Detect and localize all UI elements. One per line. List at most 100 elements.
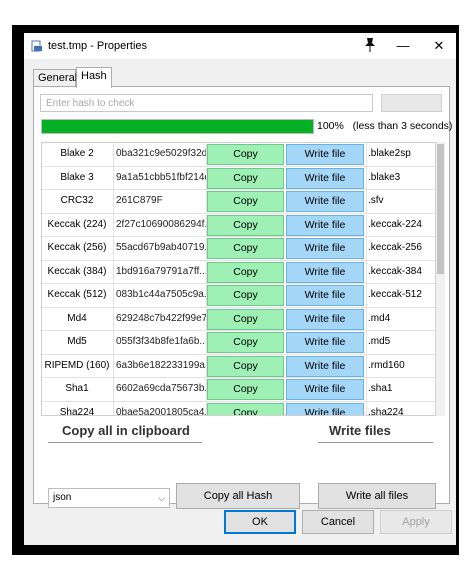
- hash-value: 629248c7b422f99e7...: [116, 312, 207, 324]
- hash-value: 55acd67b9ab40719...: [116, 242, 207, 253]
- progress-percent: 100%: [317, 120, 344, 132]
- file-extension: .md4: [368, 312, 391, 324]
- write-file-button[interactable]: Write file: [286, 238, 364, 259]
- scrollbar-thumb[interactable]: [437, 144, 444, 274]
- tab-general[interactable]: General: [33, 69, 77, 87]
- hash-panel: 100% (less than 3 seconds) Blake 2 0ba321…: [33, 86, 452, 509]
- file-extension: .sfv: [368, 195, 384, 206]
- copy-button[interactable]: Copy: [207, 285, 284, 306]
- copy-button[interactable]: Copy: [207, 144, 284, 165]
- close-button[interactable]: ✕: [424, 35, 454, 57]
- file-extension: .sha1: [368, 383, 393, 394]
- hash-name: Sha1: [65, 383, 89, 394]
- copy-button[interactable]: Copy: [207, 261, 284, 283]
- file-extension: .blake2sp: [368, 148, 411, 159]
- copy-button[interactable]: Copy: [207, 214, 284, 236]
- file-extension: .keccak-224: [368, 218, 422, 230]
- tab-hash[interactable]: Hash: [76, 67, 112, 88]
- hash-value: 083b1c44a7505c9a...: [116, 289, 207, 300]
- hash-name: Keccak (256): [47, 242, 107, 253]
- table-row: CRC32 261C879F Copy Write file .sfv: [42, 190, 435, 214]
- write-file-button[interactable]: Write file: [286, 355, 364, 377]
- minimize-button[interactable]: —: [388, 35, 418, 57]
- write-file-button[interactable]: Write file: [286, 191, 364, 212]
- file-extension: .keccak-512: [368, 289, 422, 300]
- column-divider: [366, 143, 367, 415]
- write-file-button[interactable]: Write file: [286, 261, 364, 283]
- apply-button[interactable]: Apply: [380, 510, 452, 534]
- write-all-files-button[interactable]: Write all files: [318, 483, 436, 509]
- file-extension: .md5: [368, 336, 391, 347]
- table-row: Blake 3 9a1a51cbb51fbf214e...CopyWrite fi…: [42, 167, 435, 190]
- ok-button[interactable]: OK: [224, 510, 296, 534]
- hash-name: Keccak (384): [47, 265, 107, 277]
- write-file-button[interactable]: Write file: [286, 214, 364, 236]
- table-row: Sha1 6602a69cda75673b... Copy Write file .sh…: [42, 378, 435, 402]
- write-file-button[interactable]: Write file: [286, 308, 364, 330]
- file-extension: .keccak-384: [368, 265, 422, 277]
- write-files-section-label: Write files: [329, 423, 391, 438]
- table-row: Blake 2 0ba321c9e5029f32d... Copy Write fil…: [42, 143, 435, 167]
- copy-button[interactable]: Copy: [207, 308, 284, 330]
- cancel-button[interactable]: Cancel: [302, 510, 374, 534]
- copy-button[interactable]: Copy: [207, 191, 284, 212]
- check-hash-button[interactable]: [381, 94, 442, 112]
- title-bar[interactable]: test.tmp - Properties — ✕: [24, 33, 456, 59]
- hash-value: 055f3f34b8fe1fa6b...: [116, 336, 207, 347]
- format-select-value: json: [53, 492, 72, 503]
- table-row: Keccak (256) 55acd67b9ab40719... Copy Write…: [42, 237, 435, 261]
- chevron-down-icon: ⌵: [158, 493, 165, 503]
- hash-value: 1bd916a79791a7ff...: [116, 265, 207, 277]
- table-row: Md4 629248c7b422f99e7... Copy Write file .md…: [42, 308, 435, 331]
- hash-table: Blake 2 0ba321c9e5029f32d... Copy Write fil…: [41, 142, 436, 416]
- write-file-button[interactable]: Write file: [286, 167, 364, 189]
- hash-name: Blake 2: [60, 148, 94, 159]
- copy-button[interactable]: Copy: [207, 355, 284, 377]
- hash-name: Blake 3: [60, 171, 94, 183]
- file-extension: .blake3: [368, 171, 401, 183]
- table-row: RIPEMD (160) 6a3b6e182233199a... Copy Write…: [42, 355, 435, 378]
- copy-button[interactable]: Copy: [207, 238, 284, 259]
- pin-icon[interactable]: [364, 37, 376, 56]
- file-extension: .rmd160: [368, 359, 405, 371]
- copy-button[interactable]: Copy: [207, 402, 284, 415]
- progress-text: 100% (less than 3 seconds): [317, 120, 452, 132]
- progress-note: (less than 3 seconds): [352, 120, 453, 132]
- copy-button[interactable]: Copy: [207, 167, 284, 189]
- copy-button[interactable]: Copy: [207, 332, 284, 353]
- table-scrollbar[interactable]: [436, 142, 445, 416]
- hash-check-input[interactable]: [40, 94, 373, 112]
- copy-all-hash-button[interactable]: Copy all Hash: [176, 483, 300, 509]
- file-extension: .keccak-256: [368, 242, 422, 253]
- hash-name: Keccak (512): [47, 289, 107, 300]
- hash-name: Md4: [67, 312, 87, 324]
- write-file-button[interactable]: Write file: [286, 332, 364, 353]
- write-file-button[interactable]: Write file: [286, 285, 364, 306]
- write-file-button[interactable]: Write file: [286, 402, 364, 415]
- window-title: test.tmp - Properties: [48, 40, 148, 52]
- table-row: Sha224 0bae5a2001805ca4... Copy Write file.…: [42, 402, 435, 416]
- table-row: Keccak (512) 083b1c44a7505c9a... Copy Write…: [42, 284, 435, 308]
- table-row: Keccak (384) 1bd916a79791a7ff... Copy Write…: [42, 261, 435, 284]
- file-extension: .sha224: [368, 406, 404, 416]
- hash-name: RIPEMD (160): [44, 359, 110, 371]
- hash-value: 2f27c10690086294f...: [116, 218, 207, 230]
- table-row: Md5 055f3f34b8fe1fa6b... Copy Write file .md…: [42, 331, 435, 355]
- hash-name: CRC32: [60, 195, 94, 206]
- table-row: Keccak (224) 2f27c10690086294f... Copy Writ…: [42, 214, 435, 237]
- write-file-button[interactable]: Write file: [286, 144, 364, 165]
- properties-dialog: test.tmp - Properties — ✕ General Hash 1…: [24, 33, 456, 545]
- write-file-button[interactable]: Write file: [286, 379, 364, 400]
- copy-all-section-label: Copy all in clipboard: [62, 423, 190, 438]
- progress-bar: [41, 119, 314, 134]
- hash-name: Keccak (224): [47, 218, 107, 230]
- format-select[interactable]: json ⌵: [48, 488, 170, 508]
- file-app-icon: [31, 40, 42, 52]
- copy-button[interactable]: Copy: [207, 379, 284, 400]
- hash-value: 9a1a51cbb51fbf214e...: [116, 171, 207, 183]
- column-divider: [113, 143, 114, 415]
- hash-value: 261C879F: [116, 195, 163, 206]
- copy-all-divider: [48, 442, 202, 443]
- write-files-divider: [318, 442, 433, 443]
- hash-value: 0bae5a2001805ca4...: [116, 406, 207, 416]
